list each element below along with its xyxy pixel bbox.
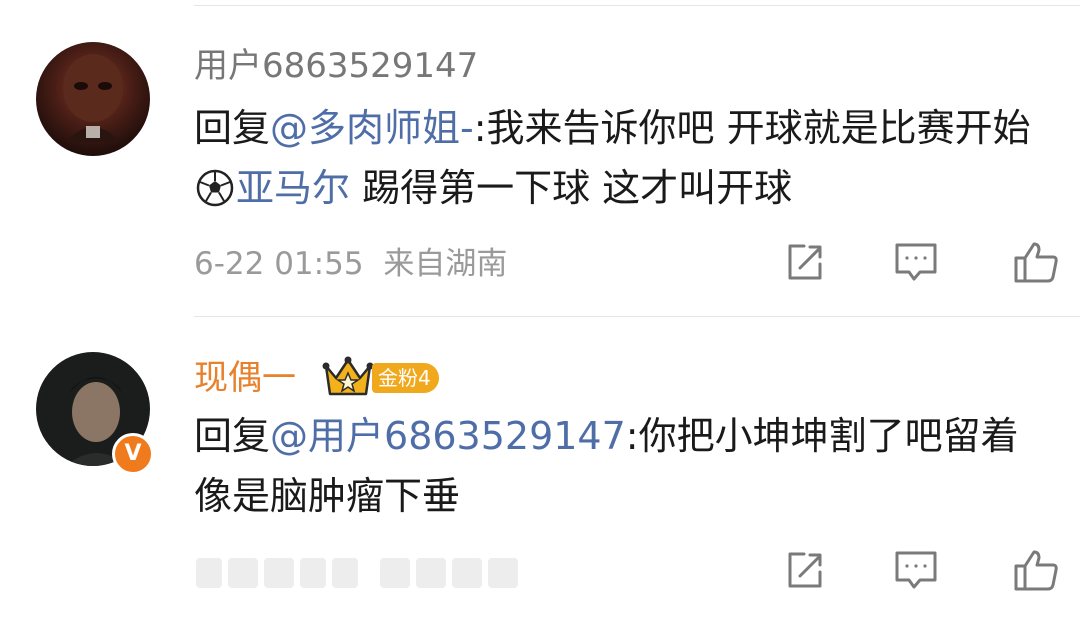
soccer-ball-icon: [196, 164, 234, 224]
comment-meta-blurred: [194, 554, 524, 592]
comment-body-part2: 踢得第一下球 这才叫开球: [350, 166, 793, 210]
reply-prefix: 回复: [194, 106, 271, 150]
share-icon: [788, 244, 822, 280]
like-button[interactable]: [1006, 540, 1066, 600]
crown-icon: [322, 356, 374, 398]
mention-link[interactable]: @用户6863529147: [270, 414, 626, 458]
comment-time: 6-22 01:55: [194, 246, 364, 282]
action-bar: [750, 540, 1080, 600]
like-icon: [1014, 550, 1058, 591]
share-icon: [788, 552, 822, 588]
comment-text: 回复@用户6863529147:你把小坤坤割了吧留着像是脑肿瘤下垂: [194, 406, 1044, 526]
like-button[interactable]: [1006, 232, 1066, 292]
comment-text: 回复@多肉师姐-:我来告诉你吧 开球就是比赛开始 亚马尔 踢得第一下球 这才叫开…: [194, 98, 1044, 224]
avatar[interactable]: [36, 42, 150, 156]
verified-badge: V: [112, 433, 154, 475]
comment-icon: [895, 243, 937, 281]
share-button[interactable]: [774, 232, 834, 292]
comment-body-part1: :我来告诉你吧 开球就是比赛开始: [473, 106, 1031, 150]
comment-meta: 6-22 01:55 来自湖南: [194, 244, 507, 284]
comment-author[interactable]: 用户6863529147: [194, 46, 478, 86]
share-button[interactable]: [774, 540, 834, 600]
comment-icon: [895, 551, 937, 589]
topic-link[interactable]: 亚马尔: [236, 166, 350, 210]
comment-button[interactable]: [886, 540, 946, 600]
reply-prefix: 回复: [194, 414, 271, 458]
comment-author[interactable]: 现偶一: [194, 358, 296, 398]
fan-level-badge: 金粉4: [372, 363, 439, 393]
comment-item: 用户6863529147 回复@多肉师姐-:我来告诉你吧 开球就是比赛开始 亚马…: [0, 0, 1080, 315]
like-icon: [1014, 242, 1058, 283]
mention-link[interactable]: @多肉师姐-: [270, 106, 474, 150]
comment-button[interactable]: [886, 232, 946, 292]
action-bar: [750, 232, 1080, 292]
comment-location: 来自湖南: [383, 246, 508, 282]
